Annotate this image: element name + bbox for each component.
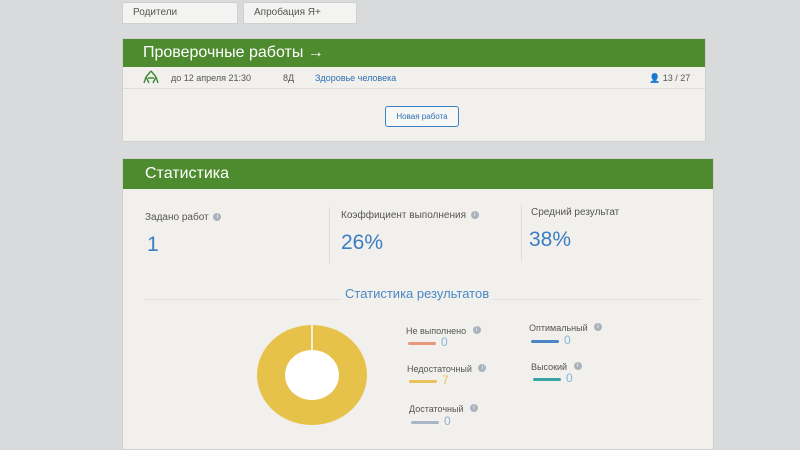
tests-panel-title-text: Проверочные работы → [143, 44, 324, 61]
legend-label: Недостаточный [407, 364, 472, 374]
legend-value-sufficient: 0 [444, 414, 451, 428]
completion-label: Коэффициент выполнения i [341, 210, 479, 221]
info-icon[interactable]: i [470, 211, 479, 220]
legend-swatch-not-done [408, 342, 436, 345]
test-subject-link[interactable]: Здоровье человека [315, 73, 396, 83]
test-deadline: до 12 апреля 21:30 [171, 73, 252, 83]
legend-item-high: Высокий i [531, 357, 582, 375]
legend-value-not-done: 0 [441, 335, 448, 349]
assigned-label-text: Задано работ [145, 212, 209, 223]
legend-value-high: 0 [566, 371, 573, 385]
legend-value-optimal: 0 [564, 333, 571, 347]
stats-panel-title-text: Статистика [145, 165, 230, 182]
avg-label: Средний результат [531, 207, 619, 218]
legend-label: Достаточный [409, 404, 464, 414]
school-logo-icon [143, 70, 159, 84]
results-donut-chart [257, 325, 367, 425]
tests-panel-title[interactable]: Проверочные работы → [123, 39, 705, 67]
new-test-button-label: Новая работа [396, 112, 448, 121]
legend-value-insufficient: 7 [442, 373, 449, 387]
tab-approbation-label: Апробация Я+ [254, 7, 321, 18]
tab-approbation[interactable]: Апробация Я+ [243, 2, 357, 24]
info-icon[interactable]: i [213, 213, 222, 222]
donut-hole [285, 350, 339, 400]
assigned-value: 1 [147, 233, 159, 256]
legend-swatch-optimal [531, 340, 559, 343]
test-class: 8Д [283, 73, 295, 83]
user-icon: 👤 [649, 73, 661, 83]
results-title-text: Статистика результатов [345, 286, 490, 301]
stat-divider [329, 207, 330, 263]
stats-panel: Статистика Задано работ i 1 Коэффициент … [122, 158, 714, 450]
stats-panel-title: Статистика [123, 159, 713, 189]
info-icon[interactable]: i [573, 361, 582, 370]
info-icon[interactable]: i [478, 363, 487, 372]
avg-label-text: Средний результат [531, 207, 620, 218]
stat-divider [521, 205, 522, 261]
legend-label: Не выполнено [406, 326, 467, 336]
completion-value: 26% [341, 231, 384, 254]
test-count: 👤 13 / 27 [649, 73, 690, 84]
legend-swatch-insufficient [409, 380, 437, 383]
info-icon[interactable]: i [469, 403, 478, 412]
completion-label-text: Коэффициент выполнения [341, 210, 466, 221]
assigned-label: Задано работ i [145, 212, 222, 223]
legend-swatch-high [533, 378, 561, 381]
results-title: Статистика результатов [341, 286, 494, 301]
legend-swatch-sufficient [411, 421, 439, 424]
tab-parents-label: Родители [133, 7, 178, 18]
tests-panel: Проверочные работы → до 12 апреля 21:30 … [122, 38, 706, 142]
tab-parents[interactable]: Родители [122, 2, 238, 24]
test-count-value: 13 / 27 [662, 73, 691, 83]
legend-label: Высокий [531, 362, 568, 372]
legend-label: Оптимальный [529, 323, 588, 333]
test-row[interactable]: до 12 апреля 21:30 8Д Здоровье человека … [123, 67, 705, 89]
new-test-button[interactable]: Новая работа [385, 106, 459, 127]
info-icon[interactable]: i [472, 325, 481, 334]
avg-value: 38% [529, 228, 572, 251]
info-icon[interactable]: i [594, 322, 603, 331]
